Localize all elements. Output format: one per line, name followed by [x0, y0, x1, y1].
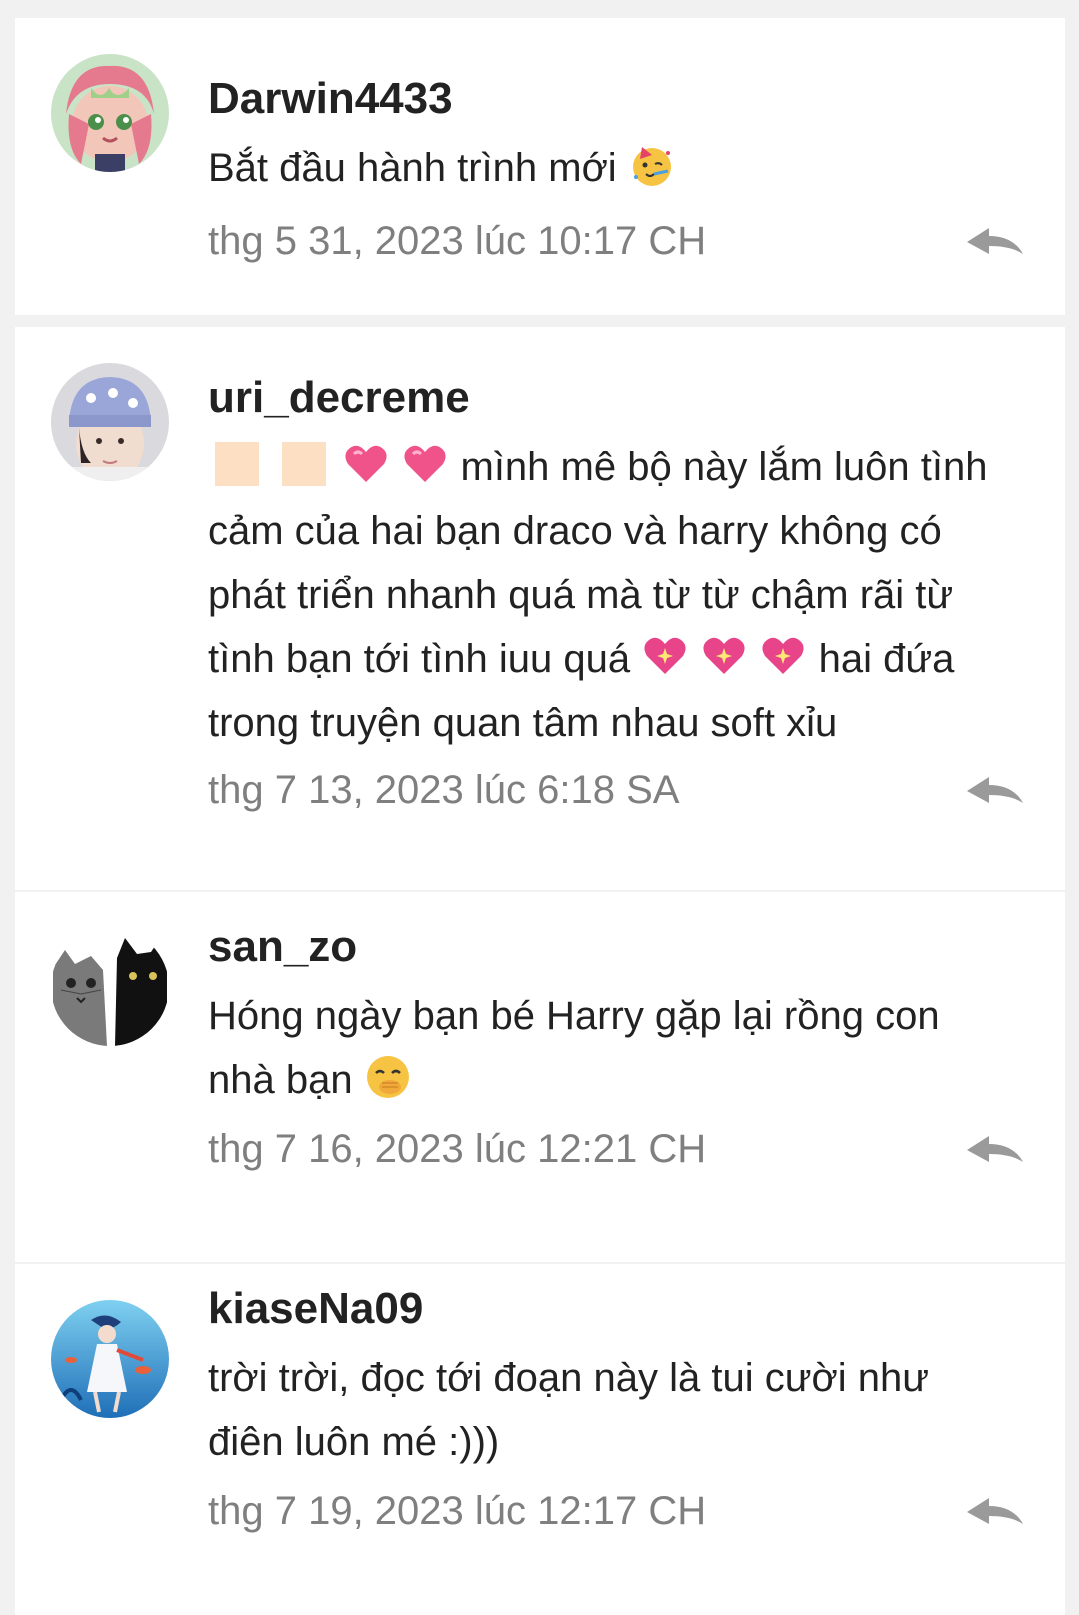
peach-square-emoji: [215, 442, 259, 486]
reply-button[interactable]: [963, 222, 1027, 262]
comment-text-segment: hai đứa: [818, 637, 955, 681]
reply-arrow-icon: [967, 1498, 1023, 1524]
comment-card: san_zo Hóng ngày bạn bé Harry gặp lại rồ…: [15, 892, 1065, 1262]
reply-arrow-icon: [967, 777, 1023, 803]
timestamp: thg 5 31, 2023 lúc 10:17 CH: [208, 219, 707, 263]
comment-line: mình mê bộ này lắm luôn tình: [208, 435, 1008, 499]
timestamp: thg 7 16, 2023 lúc 12:21 CH: [208, 1127, 707, 1171]
reply-arrow-icon: [967, 1136, 1023, 1162]
sparkling-heart-emoji: [644, 637, 686, 674]
avatar[interactable]: [51, 928, 169, 1046]
comment-text: Hóng ngày bạn bé Harry gặp lại rồng con …: [208, 984, 1008, 1112]
avatar[interactable]: [51, 54, 169, 172]
comment-text-segment: tình bạn tới tình iuu quá: [208, 637, 631, 681]
avatar-two-cats-image: [51, 928, 169, 1046]
reply-button[interactable]: [963, 771, 1027, 811]
timestamp: thg 7 13, 2023 lúc 6:18 SA: [208, 768, 680, 812]
comment-text-segment: nhà bạn: [208, 1058, 353, 1102]
comment-text: mình mê bộ này lắm luôn tình cảm của hai…: [208, 435, 1008, 755]
username[interactable]: uri_decreme: [208, 373, 470, 423]
reply-button[interactable]: [963, 1130, 1027, 1170]
timestamp: thg 7 19, 2023 lúc 12:17 CH: [208, 1489, 707, 1533]
comment-line: điên luôn mé :))): [208, 1420, 500, 1464]
comment-card: Darwin4433 Bắt đầu hành trình mới thg 5 …: [15, 18, 1065, 315]
peach-square-emoji: [282, 442, 327, 486]
pink-heart-emoji: [345, 445, 387, 482]
comment-line: trời trời, đọc tới đoạn này là tui cười …: [208, 1356, 929, 1400]
partying-face-emoji: [632, 147, 671, 186]
pink-heart-emoji: [404, 445, 446, 482]
username[interactable]: kiaseNa09: [208, 1284, 423, 1334]
reply-button[interactable]: [963, 1492, 1027, 1532]
comment-text: trời trời, đọc tới đoạn này là tui cười …: [208, 1346, 1008, 1474]
comment-line: tình bạn tới tình iuu quá hai đứa: [208, 627, 1008, 691]
avatar[interactable]: [51, 1300, 169, 1418]
face-with-hand-over-mouth-emoji: [366, 1056, 409, 1098]
comment-line: phát triển nhanh quá mà từ từ chậm rãi t…: [208, 573, 954, 617]
username[interactable]: san_zo: [208, 922, 357, 972]
reply-arrow-icon: [967, 228, 1023, 254]
avatar[interactable]: [51, 363, 169, 481]
comment-card: kiaseNa09 trời trời, đọc tới đoạn này là…: [15, 1264, 1065, 1615]
comment-line: nhà bạn: [208, 1048, 1008, 1112]
comment-text: Bắt đầu hành trình mới: [208, 136, 1008, 200]
comment-line: cảm của hai bạn draco và harry không có: [208, 509, 942, 553]
comment-card: uri_decreme mình mê bộ này lắm luôn tình…: [15, 327, 1065, 890]
comment-line: trong truyện quan tâm nhau soft xỉu: [208, 701, 838, 745]
comment-line: Hóng ngày bạn bé Harry gặp lại rồng con: [208, 994, 940, 1038]
avatar-person-beanie-image: [51, 363, 169, 481]
username[interactable]: Darwin4433: [208, 74, 453, 124]
sparkling-heart-emoji: [762, 637, 805, 674]
avatar-anime-girl-image: [51, 54, 169, 172]
comment-text-segment: Bắt đầu hành trình mới: [208, 146, 617, 190]
comment-line: Bắt đầu hành trình mới: [208, 136, 1008, 200]
comment-text-segment: mình mê bộ này lắm luôn tình: [460, 445, 988, 489]
avatar-underwater-anime-image: [51, 1300, 169, 1418]
sparkling-heart-emoji: [703, 637, 745, 674]
comments-page: Darwin4433 Bắt đầu hành trình mới thg 5 …: [0, 0, 1079, 1615]
